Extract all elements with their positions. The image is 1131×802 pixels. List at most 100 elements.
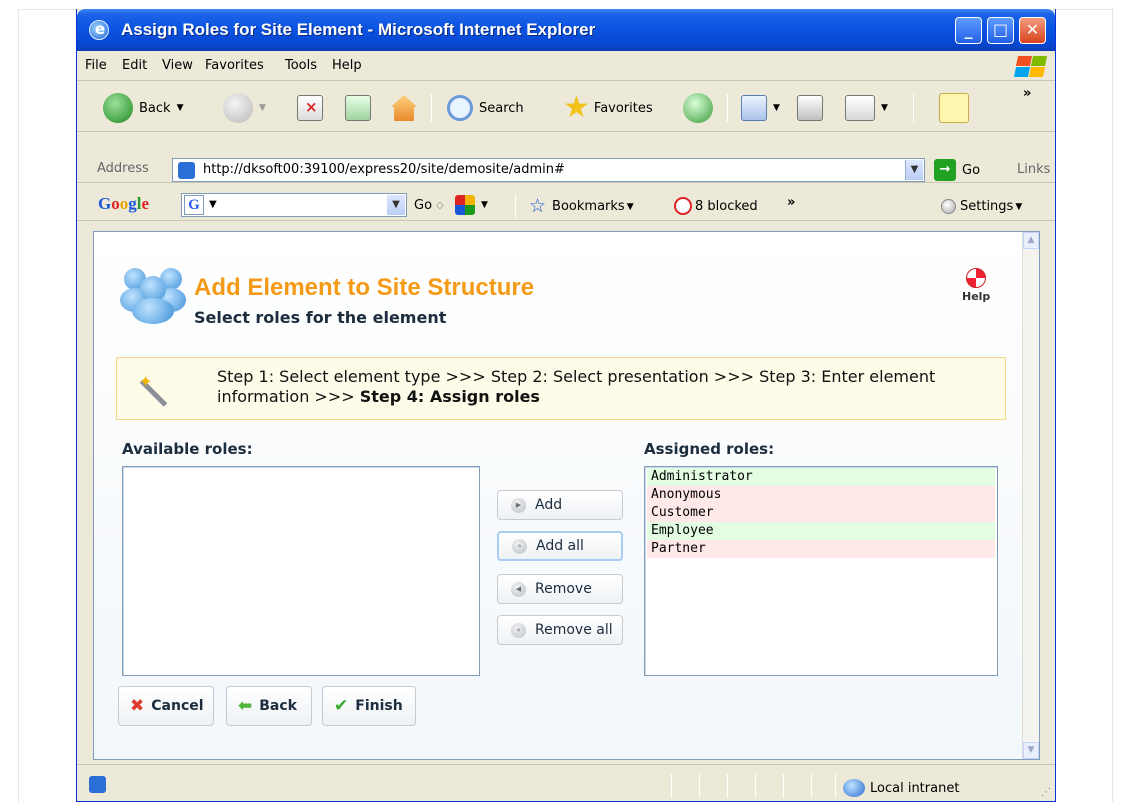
pagerank-button[interactable]: ▼ (455, 195, 488, 215)
title-bar[interactable]: Assign Roles for Site Element - Microsof… (77, 9, 1055, 51)
stop-button[interactable]: × (297, 92, 323, 124)
favorites-star-icon: ★ (563, 90, 590, 125)
google-go-button[interactable]: Go ◇ (414, 198, 444, 213)
role-item-partner[interactable]: Partner (647, 540, 995, 558)
popup-blocker-button[interactable]: 8 blocked (674, 197, 758, 215)
google-go-label: Go (414, 198, 433, 213)
google-logo[interactable]: Google (98, 194, 149, 214)
mail-dropdown-icon[interactable]: ▼ (773, 103, 780, 113)
back-dropdown-icon[interactable]: ▼ (177, 103, 184, 113)
edit-page-icon (845, 95, 875, 121)
print-button[interactable] (797, 92, 823, 124)
close-button[interactable]: ✕ (1019, 17, 1046, 44)
menu-help[interactable]: Help (332, 58, 362, 73)
pagerank-dropdown-icon[interactable]: ▼ (481, 200, 488, 210)
status-divider (811, 774, 812, 798)
address-label: Address (97, 161, 149, 176)
users-group-icon (120, 262, 186, 324)
go-label: Go (962, 162, 981, 178)
settings-label: Settings (960, 199, 1014, 214)
role-item-employee[interactable]: Employee (647, 522, 995, 540)
vertical-scrollbar[interactable]: ▲ ▼ (1022, 232, 1039, 759)
fast-rewind-icon: « (511, 622, 526, 638)
refresh-button[interactable] (345, 92, 371, 124)
google-search-input[interactable]: G ▼ ▼ (181, 193, 407, 217)
address-dropdown-icon[interactable]: ▼ (905, 160, 923, 180)
forward-button[interactable]: ▼ (223, 92, 266, 124)
page-viewport: Add Element to Site Structure Select rol… (93, 231, 1040, 760)
role-item-customer[interactable]: Customer (647, 504, 995, 522)
blocked-label: 8 blocked (695, 198, 758, 214)
browser-window: Assign Roles for Site Element - Microsof… (76, 9, 1056, 802)
remove-label: Remove (535, 581, 592, 597)
add-button[interactable]: ▶ Add (497, 490, 623, 520)
page-border-right (1112, 9, 1113, 802)
toolbar-separator (727, 94, 728, 122)
history-button[interactable] (683, 92, 713, 124)
windows-logo-icon (1013, 54, 1048, 78)
menu-tools[interactable]: Tools (285, 58, 317, 73)
bookmarks-label: Bookmarks (552, 199, 625, 214)
security-zone[interactable]: Local intranet (843, 779, 959, 797)
magic-wand-icon: ✦ (137, 372, 173, 408)
wizard-back-label: Back (259, 698, 297, 714)
remove-all-button[interactable]: « Remove all (497, 615, 623, 645)
add-all-label: Add all (536, 538, 584, 554)
scroll-down-icon[interactable]: ▼ (1023, 742, 1039, 759)
intranet-globe-icon (843, 779, 865, 797)
lifebuoy-icon (966, 268, 987, 288)
cancel-button[interactable]: ✖ Cancel (118, 686, 214, 726)
remove-button[interactable]: ◀ Remove (497, 574, 623, 604)
settings-dropdown-icon[interactable]: ▼ (1015, 202, 1022, 212)
help-button[interactable]: Help (962, 268, 990, 303)
role-item-anonymous[interactable]: Anonymous (647, 486, 995, 504)
menu-edit[interactable]: Edit (122, 58, 147, 73)
google-go-arrows-icon: ◇ (436, 200, 444, 211)
mail-button[interactable]: ▼ (741, 92, 780, 124)
cancel-label: Cancel (151, 698, 204, 714)
minimize-button[interactable]: _ (955, 17, 982, 44)
links-button[interactable]: Links (1017, 162, 1050, 177)
back-button-wizard[interactable]: ⬅ Back (226, 686, 312, 726)
page-content: Add Element to Site Structure Select rol… (94, 232, 1023, 759)
address-url: http://dksoft00:39100/express20/site/dem… (203, 162, 565, 177)
page-title: Add Element to Site Structure (194, 274, 535, 301)
forward-dropdown-icon[interactable]: ▼ (259, 103, 266, 113)
cancel-x-icon: ✖ (130, 696, 145, 716)
add-all-button[interactable]: » Add all (497, 531, 623, 561)
print-icon (797, 95, 823, 121)
role-item-administrator[interactable]: Administrator (647, 468, 995, 486)
menu-file[interactable]: File (85, 58, 107, 73)
address-input[interactable]: http://dksoft00:39100/express20/site/dem… (172, 158, 925, 182)
toolbar-chevron-icon[interactable]: » (1023, 86, 1031, 101)
scroll-up-icon[interactable]: ▲ (1023, 232, 1039, 249)
bookmarks-dropdown-icon[interactable]: ▼ (627, 202, 634, 212)
google-settings-button[interactable]: Settings ▼ (941, 199, 1022, 214)
google-dropdown-icon[interactable]: ▼ (387, 195, 405, 215)
steps-completed-text: Step 1: Select element type >>> Step 2: … (217, 367, 936, 406)
menu-favorites[interactable]: Favorites (205, 58, 264, 73)
go-button[interactable]: → Go (934, 159, 980, 181)
google-g-icon[interactable]: G (184, 195, 204, 215)
search-button[interactable]: Search (447, 92, 524, 124)
home-button[interactable] (391, 92, 417, 124)
finish-label: Finish (355, 698, 403, 714)
google-menu-caret-icon[interactable]: ▼ (209, 199, 217, 210)
back-button[interactable]: Back ▼ (103, 92, 183, 124)
available-roles-list[interactable] (122, 466, 480, 676)
maximize-button[interactable]: □ (987, 17, 1014, 44)
rewind-icon: ◀ (511, 581, 526, 597)
bookmarks-button[interactable]: ☆ Bookmarks ▼ (529, 197, 634, 216)
edit-dropdown-icon[interactable]: ▼ (881, 103, 888, 113)
assigned-roles-list[interactable]: Administrator Anonymous Customer Employe… (644, 466, 998, 676)
status-divider (755, 774, 756, 798)
resize-grip-icon[interactable]: ⋰ (1041, 787, 1051, 798)
finish-button[interactable]: ✔ Finish (322, 686, 416, 726)
go-arrow-icon: → (934, 159, 956, 181)
favorites-button[interactable]: ★ Favorites (563, 92, 653, 124)
edit-button[interactable]: ▼ (845, 92, 888, 124)
status-bar: Local intranet ⋰ (77, 764, 1055, 801)
google-chevron-icon[interactable]: » (787, 195, 795, 210)
messenger-button[interactable] (939, 92, 969, 124)
menu-view[interactable]: View (162, 58, 193, 73)
